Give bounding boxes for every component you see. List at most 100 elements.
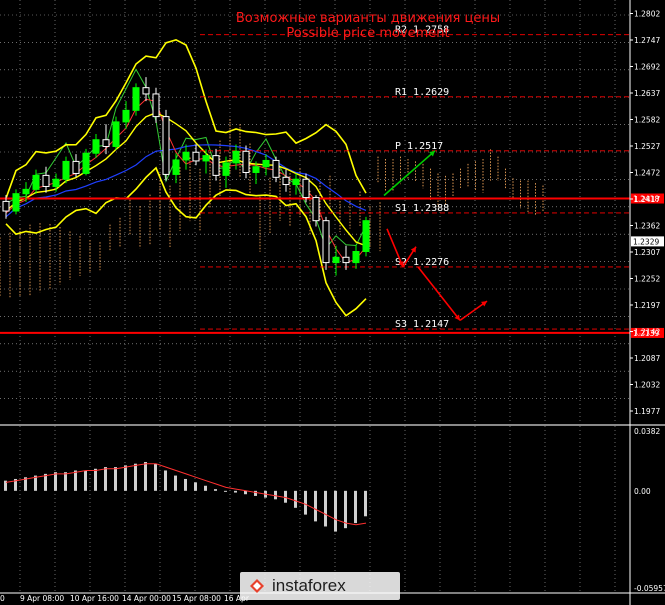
candle-body bbox=[312, 197, 320, 222]
price-tick-label: 1.2307 bbox=[634, 248, 660, 257]
indicator-lines bbox=[5, 38, 367, 317]
candle-body bbox=[172, 159, 180, 175]
macd-bar bbox=[104, 467, 107, 491]
macd-bar bbox=[274, 490, 277, 500]
price-tick-label: 1.1977 bbox=[634, 407, 660, 416]
candle-body bbox=[32, 174, 40, 190]
candle-body bbox=[272, 159, 280, 178]
macd-bar bbox=[234, 490, 237, 493]
instaforex-logo: instaforex bbox=[240, 572, 400, 600]
macd-bar bbox=[74, 470, 77, 491]
macd-bar bbox=[314, 490, 317, 522]
macd-panel bbox=[0, 424, 665, 532]
macd-bar bbox=[254, 490, 257, 496]
candle-body bbox=[182, 151, 190, 161]
price-tick-label: 1.2692 bbox=[634, 62, 660, 71]
time-label: 15 Apr 08:00 bbox=[172, 594, 221, 603]
forecast-arrow-down-2 bbox=[417, 266, 461, 321]
candle-body bbox=[142, 87, 150, 95]
level-label-s3: S3 1.2147 bbox=[395, 319, 449, 330]
bollinger-lower bbox=[5, 166, 367, 317]
macd-bar bbox=[54, 472, 57, 491]
candle-body bbox=[262, 159, 270, 168]
level-label-p: P 1.2517 bbox=[395, 141, 443, 152]
macd-signal-line bbox=[5, 463, 367, 526]
candle-body bbox=[292, 178, 300, 186]
candle-body bbox=[192, 151, 200, 162]
candle-body bbox=[342, 256, 350, 264]
price-tick-label: 1.2472 bbox=[634, 168, 660, 177]
candle-body bbox=[322, 220, 330, 264]
price-tick-label: 1.2417 bbox=[634, 195, 660, 204]
candle-body bbox=[212, 155, 220, 176]
ema-fast-line bbox=[5, 98, 367, 264]
macd-bar bbox=[144, 461, 147, 491]
time-label: 0 bbox=[0, 594, 5, 603]
macd-bar bbox=[174, 475, 177, 491]
axes: 1.2329 1.2802 1.2747 1.2692 1.2637 1.2582 1.25… bbox=[0, 0, 665, 605]
macd-bar bbox=[154, 463, 157, 491]
price-tick-label: 1.2087 bbox=[634, 354, 660, 363]
candle-body bbox=[362, 220, 370, 253]
candle-body bbox=[162, 116, 170, 175]
macd-bar bbox=[324, 490, 327, 527]
price-tick-label: 1.2362 bbox=[634, 221, 660, 230]
candle-body bbox=[12, 193, 20, 212]
brand-name: instaforex bbox=[272, 576, 346, 595]
macd-bar bbox=[94, 468, 97, 491]
macd-bar bbox=[354, 490, 357, 524]
macd-bar bbox=[164, 470, 167, 491]
candle-body bbox=[132, 87, 140, 111]
price-chart: R2 1.2758R1 1.2629P 1.2517S1 1.2388S2 1.… bbox=[0, 0, 665, 605]
macd-bar bbox=[304, 490, 307, 515]
bollinger-upper bbox=[5, 38, 367, 199]
candle-body bbox=[252, 166, 260, 173]
macd-tick-label: -0.05957 bbox=[634, 584, 665, 593]
candle-body bbox=[202, 155, 210, 162]
candle-body bbox=[112, 121, 120, 147]
macd-bar bbox=[44, 473, 47, 491]
candle-body bbox=[52, 178, 60, 187]
time-label: 9 Apr 08:00 bbox=[20, 594, 64, 603]
candle-body bbox=[22, 188, 30, 195]
price-tick-label: 1.2032 bbox=[634, 380, 660, 389]
candle-body bbox=[102, 139, 110, 147]
forecast-arrow-up bbox=[383, 150, 436, 197]
price-tick-label: 1.2252 bbox=[634, 274, 660, 283]
candle-body bbox=[72, 160, 80, 174]
time-label: 14 Apr 00:00 bbox=[122, 594, 171, 603]
macd-bar bbox=[124, 465, 127, 491]
chart-title: Возможные варианты движения цены bbox=[236, 11, 500, 26]
candle-body bbox=[232, 150, 240, 164]
macd-bar bbox=[214, 489, 217, 491]
macd-bar bbox=[114, 467, 117, 491]
price-tick-label: 1.2747 bbox=[634, 36, 660, 45]
candle-body bbox=[332, 256, 340, 264]
macd-bar bbox=[64, 472, 67, 491]
macd-bar bbox=[194, 482, 197, 491]
candle-body bbox=[82, 152, 90, 174]
current-price-label: 1.2329 bbox=[633, 237, 659, 246]
level-label-s1: S1 1.2388 bbox=[395, 203, 449, 214]
candle-body bbox=[62, 160, 70, 180]
candle-body bbox=[92, 139, 100, 154]
level-label-r1: R1 1.2629 bbox=[395, 87, 449, 98]
macd-bar bbox=[84, 470, 87, 491]
macd-bar bbox=[224, 490, 227, 492]
chart-subtitle: Possible price movement bbox=[286, 26, 449, 41]
candle-body bbox=[282, 176, 290, 186]
price-tick-label: 1.2637 bbox=[634, 89, 660, 98]
macd-bar bbox=[134, 463, 137, 491]
macd-bar bbox=[364, 490, 367, 517]
candle-body bbox=[152, 93, 160, 118]
candle-body bbox=[242, 150, 250, 173]
candle-body bbox=[302, 178, 310, 199]
candle-body bbox=[122, 109, 130, 123]
price-tick-label: 1.2802 bbox=[634, 9, 660, 18]
time-label: 10 Apr 16:00 bbox=[70, 594, 119, 603]
candle-body bbox=[352, 251, 360, 264]
price-tick-label: 1.2142 bbox=[634, 327, 660, 336]
macd-bar bbox=[294, 490, 297, 508]
candle-body bbox=[222, 162, 230, 176]
macd-bar bbox=[204, 485, 207, 491]
